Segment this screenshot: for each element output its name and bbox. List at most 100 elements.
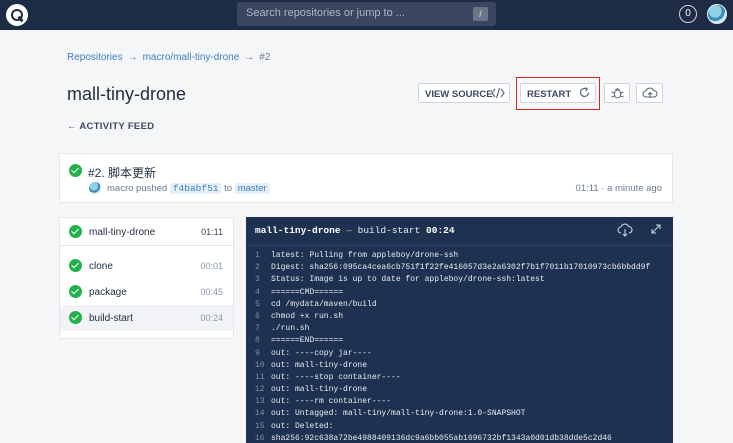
- breadcrumb-repo-link[interactable]: macro/mall-tiny-drone: [143, 52, 240, 63]
- breadcrumb: Repositories → macro/mall-tiny-drone → #2: [67, 52, 270, 63]
- search-placeholder: Search repositories or jump to ...: [246, 7, 405, 19]
- log-line: 4 ======CMD======: [246, 288, 673, 300]
- pipeline-stage-header[interactable]: mall-tiny-drone 01:11: [60, 218, 233, 246]
- log-line: 8 ======END======: [246, 336, 673, 348]
- log-line: 5 cd /mydata/maven/build: [246, 300, 673, 312]
- step-name: clone: [89, 261, 113, 272]
- build-to-text: to: [224, 183, 233, 194]
- top-navbar: Search repositories or jump to ... / 0: [0, 0, 733, 30]
- restart-label: RESTART: [527, 89, 572, 100]
- check-circle-icon: [69, 164, 82, 177]
- search-input[interactable]: Search repositories or jump to ... /: [237, 2, 496, 26]
- log-line-number[interactable]: 12: [255, 385, 269, 394]
- log-line-text: Digest: sha256:095ca4cea6cb751f1f22fe416…: [271, 263, 651, 273]
- log-line-text: out: ----stop container----: [271, 372, 401, 382]
- build-time-ago: a minute ago: [607, 183, 662, 194]
- log-line: 6 chmod +x run.sh: [246, 312, 673, 324]
- log-line-text: cd /mydata/maven/build: [271, 299, 377, 309]
- view-source-button[interactable]: VIEW SOURCE: [418, 83, 510, 103]
- log-line-number[interactable]: 4: [255, 288, 269, 297]
- cloud-download-icon[interactable]: [617, 223, 633, 238]
- log-line: 9 out: ----copy jar----: [246, 349, 673, 361]
- user-avatar[interactable]: [707, 4, 727, 24]
- log-line-number[interactable]: 5: [255, 300, 269, 309]
- log-step-name: build-start: [357, 225, 421, 236]
- build-meta: macro pushed f4babf51 to master: [107, 183, 270, 194]
- log-line-number[interactable]: 1: [255, 251, 269, 260]
- view-source-label: VIEW SOURCE: [425, 89, 493, 100]
- log-line: 7 ./run.sh: [246, 324, 673, 336]
- step-duration: 00:24: [200, 313, 223, 323]
- build-author: macro: [107, 183, 134, 194]
- step-name: package: [89, 287, 127, 298]
- log-line-text: out: mall-tiny-drone: [271, 360, 368, 370]
- log-line-number[interactable]: 9: [255, 349, 269, 358]
- pipeline-duration: 01:11: [201, 227, 223, 237]
- debug-button[interactable]: [604, 83, 630, 103]
- check-circle-icon: [69, 285, 82, 298]
- refresh-icon: [579, 87, 590, 98]
- log-line-text: sha256:92c638a72be4988409136dc9a6bb055ab…: [271, 433, 612, 443]
- log-line-text: ======CMD======: [271, 287, 344, 297]
- log-line-number[interactable]: 13: [255, 397, 269, 406]
- log-line-number[interactable]: 2: [255, 263, 269, 272]
- page-title: mall-tiny-drone: [67, 84, 187, 104]
- log-line: 13 out: ----rm container----: [246, 397, 673, 409]
- search-shortcut-key: /: [473, 7, 488, 21]
- step-item-build-start[interactable]: build-start 00:24: [60, 305, 233, 331]
- check-circle-icon: [69, 225, 82, 238]
- cloud-upload-icon: [642, 87, 658, 98]
- log-line-number[interactable]: 16: [255, 434, 269, 443]
- breadcrumb-repositories-link[interactable]: Repositories: [67, 52, 123, 63]
- drone-logo-icon[interactable]: [6, 4, 28, 26]
- timing-separator: ·: [601, 183, 605, 194]
- log-line-number[interactable]: 7: [255, 324, 269, 333]
- commit-hash-link[interactable]: f4babf51: [169, 183, 222, 194]
- log-line-number[interactable]: 14: [255, 409, 269, 418]
- log-line-text: Status: Image is up to date for appleboy…: [271, 275, 545, 285]
- pipeline-name: mall-tiny-drone: [89, 227, 156, 238]
- log-line-text: out: ----copy jar----: [271, 348, 372, 358]
- log-line: 3 Status: Image is up to date for applebo…: [246, 275, 673, 287]
- log-line: 16 sha256:92c638a72be4988409136dc9a6bb055…: [246, 434, 673, 443]
- log-line: 2 Digest: sha256:095ca4cea6cb751f1f22fe41…: [246, 263, 673, 275]
- build-duration: 01:11: [575, 183, 599, 194]
- log-line-text: ./run.sh: [271, 324, 310, 334]
- log-line-number[interactable]: 15: [255, 422, 269, 431]
- log-line-text: out: mall-tiny-drone: [271, 385, 368, 395]
- log-line: 15 out: Deleted:: [246, 422, 673, 434]
- log-line-number[interactable]: 6: [255, 312, 269, 321]
- expand-icon[interactable]: [650, 223, 662, 235]
- notification-count-badge[interactable]: 0: [679, 5, 697, 23]
- step-item-package[interactable]: package 00:45: [60, 279, 233, 305]
- log-line-number[interactable]: 11: [255, 373, 269, 382]
- branch-link[interactable]: master: [234, 183, 270, 194]
- stages-panel: mall-tiny-drone 01:11 clone 00:01 packag…: [59, 217, 234, 339]
- log-line-number[interactable]: 8: [255, 336, 269, 345]
- build-timing: 01:11 · a minute ago: [576, 183, 662, 194]
- log-line-text: out: ----rm container----: [271, 397, 392, 407]
- log-line: 1 latest: Pulling from appleboy/drone-ssh: [246, 251, 673, 263]
- log-line: 12 out: mall-tiny-drone: [246, 385, 673, 397]
- log-divider: [246, 245, 673, 246]
- step-duration: 00:01: [200, 261, 223, 271]
- log-line-number[interactable]: 3: [255, 275, 269, 284]
- log-line-text: chmod +x run.sh: [271, 311, 344, 321]
- log-lines: 1 latest: Pulling from appleboy/drone-ssh…: [246, 251, 673, 443]
- build-title: #2. 脚本更新: [88, 166, 157, 180]
- log-line-number[interactable]: 10: [255, 361, 269, 370]
- activity-feed-link[interactable]: ← ACTIVITY FEED: [67, 121, 154, 132]
- code-brackets-icon: [491, 87, 505, 99]
- check-circle-icon: [69, 311, 82, 324]
- step-duration: 00:45: [200, 287, 223, 297]
- step-item-clone[interactable]: clone 00:01: [60, 253, 233, 279]
- build-summary-card[interactable]: #2. 脚本更新 macro pushed f4babf51 to master…: [59, 153, 673, 203]
- author-avatar: [89, 182, 101, 194]
- promote-button[interactable]: [636, 83, 663, 103]
- log-line: 14 out: Untagged: mall-tiny/mall-tiny-dro…: [246, 409, 673, 421]
- breadcrumb-separator: →: [244, 52, 255, 63]
- step-name: build-start: [89, 313, 133, 324]
- restart-button[interactable]: RESTART: [520, 83, 596, 103]
- log-header: mall-tiny-drone — build-start 00:24: [255, 225, 455, 236]
- log-line-text: out: Untagged: mall-tiny/mall-tiny-drone…: [271, 409, 526, 419]
